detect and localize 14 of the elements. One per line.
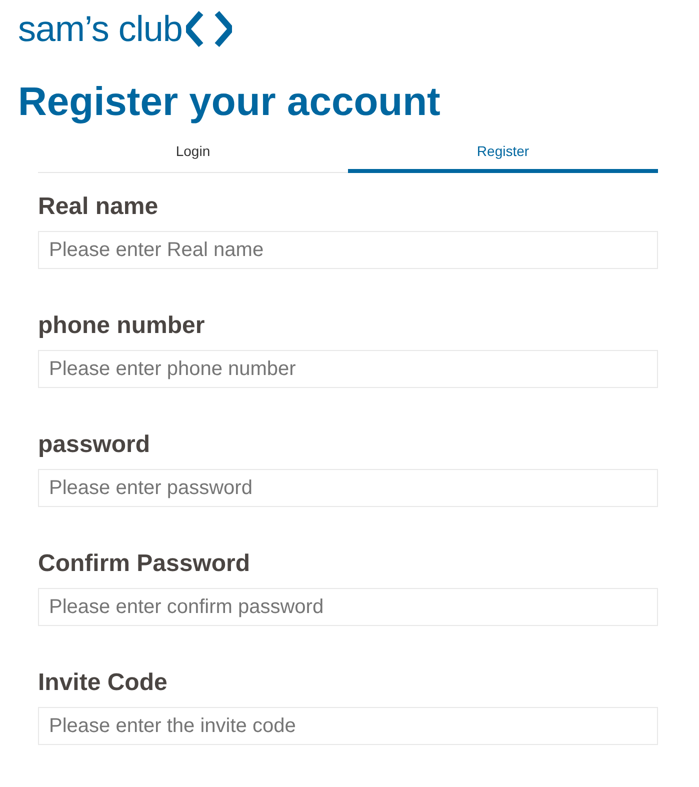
page-title: Register your account (18, 80, 442, 124)
input-field[interactable]: Please enter Real name (38, 231, 658, 269)
input-field[interactable]: Please enter confirm password (38, 588, 658, 626)
input-field[interactable]: Please enter the invite code (38, 707, 658, 745)
logo-text: sam’s club (18, 11, 182, 47)
field-label: Invite Code (38, 669, 168, 697)
tab[interactable]: Login (38, 138, 348, 173)
input-field[interactable]: Please enter password (38, 469, 658, 507)
tab[interactable]: Register (348, 138, 658, 173)
field-label: Real name (38, 193, 160, 221)
input-field[interactable]: Please enter phone number (38, 350, 658, 388)
field-label: phone number (38, 312, 206, 340)
field-label: password (38, 431, 152, 459)
field-label: Confirm Password (38, 550, 252, 578)
